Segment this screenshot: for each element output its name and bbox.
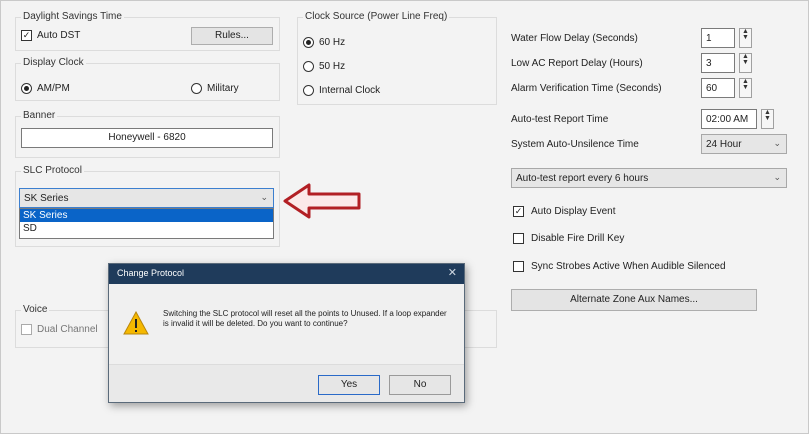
dialog-title-bar: Change Protocol ✕ — [109, 264, 464, 284]
dual-channel-label: Dual Channel — [37, 324, 98, 335]
clock-internal-label: Internal Clock — [319, 85, 381, 96]
low-ac-label: Low AC Report Delay (Hours) — [511, 58, 643, 69]
clock-50hz-label: 50 Hz — [319, 61, 346, 72]
clock-source-title: Clock Source (Power Line Freq) — [303, 11, 450, 22]
auto-display-checkbox[interactable]: ✓ — [513, 206, 524, 217]
clock-60hz-label: 60 Hz — [319, 37, 346, 48]
auto-display-label: Auto Display Event — [531, 206, 616, 217]
military-label: Military — [207, 83, 239, 94]
banner-input[interactable]: Honeywell - 6820 — [21, 128, 273, 148]
slc-option-sd[interactable]: SD — [20, 222, 273, 235]
alarm-verification-input[interactable]: 60 — [701, 78, 735, 98]
low-ac-value: 3 — [706, 58, 712, 69]
auto-dst-label: Auto DST — [37, 30, 81, 41]
change-protocol-dialog: Change Protocol ✕ Switching the SLC prot… — [108, 263, 465, 403]
rules-button[interactable]: Rules... — [191, 27, 273, 45]
alternate-zone-aux-names-button[interactable]: Alternate Zone Aux Names... — [511, 289, 757, 311]
autotest-report-value: Auto-test report every 6 hours — [516, 173, 649, 184]
water-flow-stepper[interactable]: ▲ ▼ — [739, 28, 752, 48]
close-icon[interactable]: ✕ — [448, 266, 457, 279]
yes-button[interactable]: Yes — [318, 375, 380, 395]
clock-internal-radio[interactable] — [303, 85, 314, 96]
auto-dst-checkbox[interactable]: ✓ — [21, 30, 32, 41]
sync-strobes-checkbox[interactable] — [513, 261, 524, 272]
slc-protocol-title: SLC Protocol — [21, 165, 84, 176]
auto-unsilence-value: 24 Hour — [706, 139, 742, 150]
military-radio[interactable] — [191, 83, 202, 94]
water-flow-value: 1 — [706, 33, 712, 44]
no-button[interactable]: No — [389, 375, 451, 395]
autotest-time-label: Auto-test Report Time — [511, 114, 609, 125]
left-arrow-icon — [283, 183, 361, 219]
dual-channel-checkbox[interactable] — [21, 324, 32, 335]
autotest-time-value: 02:00 AM — [706, 114, 749, 125]
sync-strobes-label: Sync Strobes Active When Audible Silence… — [531, 261, 726, 272]
water-flow-label: Water Flow Delay (Seconds) — [511, 33, 638, 44]
chevron-down-icon: ⌄ — [773, 172, 781, 182]
slc-protocol-select[interactable]: SK Series ⌄ — [19, 188, 274, 208]
clock-60hz-radio[interactable] — [303, 37, 314, 48]
slc-option-sk-series[interactable]: SK Series — [20, 209, 273, 222]
banner-value: Honeywell - 6820 — [108, 132, 186, 143]
clock-50hz-radio[interactable] — [303, 61, 314, 72]
ampm-radio[interactable] — [21, 83, 32, 94]
control-panel-settings: Daylight Savings Time ✓ Auto DST Rules..… — [0, 0, 809, 434]
ampm-label: AM/PM — [37, 83, 70, 94]
banner-title: Banner — [21, 110, 58, 121]
daylight-savings-title: Daylight Savings Time — [21, 11, 124, 22]
autotest-time-stepper[interactable]: ▲ ▼ — [761, 109, 774, 129]
display-clock-group: Display Clock — [15, 57, 280, 101]
disable-fire-drill-checkbox[interactable] — [513, 233, 524, 244]
low-ac-input[interactable]: 3 — [701, 53, 735, 73]
display-clock-title: Display Clock — [21, 57, 86, 68]
chevron-down-icon: ⌄ — [260, 192, 268, 202]
slc-selected-value: SK Series — [24, 193, 69, 204]
warning-icon — [123, 311, 149, 335]
autotest-report-select[interactable]: Auto-test report every 6 hours ⌄ — [511, 168, 787, 188]
alarm-verification-value: 60 — [706, 83, 718, 94]
auto-unsilence-label: System Auto-Unsilence Time — [511, 139, 639, 150]
alarm-verification-stepper[interactable]: ▲ ▼ — [739, 78, 752, 98]
alarm-verification-label: Alarm Verification Time (Seconds) — [511, 83, 662, 94]
slc-dropdown-list: SK Series SD — [19, 208, 274, 239]
dialog-message: Switching the SLC protocol will reset al… — [163, 309, 447, 328]
autotest-time-input[interactable]: 02:00 AM — [701, 109, 757, 129]
chevron-down-icon: ⌄ — [773, 138, 781, 148]
auto-unsilence-select[interactable]: 24 Hour ⌄ — [701, 134, 787, 154]
dialog-button-bar: Yes No — [109, 364, 464, 402]
low-ac-stepper[interactable]: ▲ ▼ — [739, 53, 752, 73]
water-flow-input[interactable]: 1 — [701, 28, 735, 48]
dialog-title: Change Protocol — [117, 268, 185, 278]
disable-fire-drill-label: Disable Fire Drill Key — [531, 233, 625, 244]
voice-title: Voice — [21, 304, 50, 315]
